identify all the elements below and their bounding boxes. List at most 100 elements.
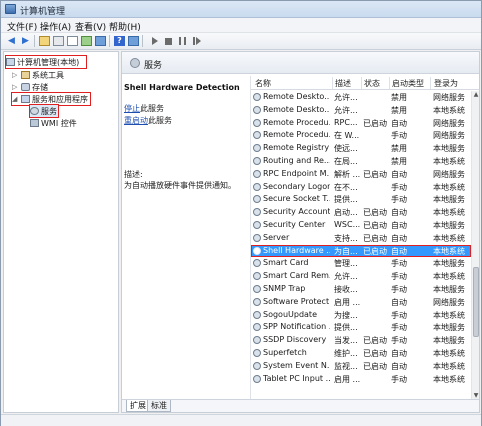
service-row[interactable]: System Event N... 监视... 已启动 自动 本地系统	[251, 360, 471, 373]
service-startup-type-cell: 禁用	[391, 93, 407, 102]
service-name-cell: Routing and Re...	[263, 155, 330, 165]
service-startup-type-cell: 手动	[391, 195, 407, 205]
service-row[interactable]: Secure Socket T... 提供... 手动 本地服务	[251, 193, 471, 206]
service-row[interactable]: Remote Registry 使远... 禁用 本地服务	[251, 142, 471, 155]
description-label: 描述:	[124, 170, 143, 179]
export-icon[interactable]	[66, 35, 79, 47]
service-row[interactable]: Tablet PC Input ... 启用 ... 手动 本地系统	[251, 373, 471, 386]
service-row[interactable]: RPC Endpoint M... 解析 ... 已启动 自动 网络服务	[251, 168, 471, 181]
service-description-cell: RPC...	[334, 117, 358, 127]
service-row[interactable]: Superfetch 维护... 已启动 自动 本地系统	[251, 347, 471, 360]
column-header-startup-type[interactable]: 启动类型	[392, 78, 424, 89]
tree-item-label: 服务	[41, 106, 57, 116]
services-list: 名称 描述 状态 启动类型 登录为 Remote Deskto... 允许... 禁…	[250, 76, 479, 401]
restart-service-link[interactable]: 重启动此服务	[124, 115, 172, 126]
menu-view[interactable]: 查看(V)	[75, 20, 106, 33]
service-name-cell: Security Center	[263, 219, 326, 229]
pause-icon[interactable]	[176, 35, 189, 47]
service-row[interactable]: SNMP Trap 接收... 手动 本地服务	[251, 283, 471, 296]
tree-item-services[interactable]: 服务	[29, 104, 59, 118]
column-divider[interactable]	[389, 77, 390, 89]
service-gear-icon	[253, 144, 261, 153]
menu-help[interactable]: 帮助(H)	[109, 20, 141, 33]
column-divider[interactable]	[332, 77, 333, 89]
service-description-cell: 提供...	[334, 195, 358, 205]
service-row[interactable]: Remote Procedu... RPC... 已启动 自动 网络服务	[251, 117, 471, 130]
restart-link-text[interactable]: 重启动	[124, 116, 148, 125]
menu-file[interactable]: 文件(F)	[7, 20, 37, 33]
service-row[interactable]: Shell Hardware ... 为自... 已启动 自动 本地系统	[251, 244, 471, 258]
column-header-log-on-as[interactable]: 登录为	[434, 78, 458, 89]
service-log-on-as-cell: 网络服务	[433, 118, 465, 128]
service-row[interactable]: SSDP Discovery 当发... 已启动 手动 本地服务	[251, 334, 471, 347]
mmc-panel-icon[interactable]	[127, 35, 140, 47]
service-name-cell: SPP Notification ...	[263, 322, 330, 332]
stop-service-link[interactable]: 停止此服务	[124, 103, 164, 114]
column-header-description[interactable]: 描述	[335, 78, 351, 89]
expand-icon[interactable]: ▷	[12, 71, 19, 79]
service-gear-icon	[253, 131, 261, 140]
expand-icon[interactable]: ▷	[12, 83, 19, 91]
service-description-cell: 维护...	[334, 348, 358, 358]
service-status-cell: 已启动	[363, 246, 387, 256]
play-icon[interactable]	[148, 35, 161, 47]
vertical-scrollbar[interactable]: ▲ ▼	[471, 91, 479, 401]
column-divider[interactable]	[361, 77, 362, 89]
service-row[interactable]: Remote Deskto... 允许... 禁用 网络服务	[251, 91, 471, 104]
tab-standard[interactable]: 标准	[147, 400, 171, 412]
refresh-icon[interactable]	[80, 35, 93, 47]
help-icon[interactable]: ?	[113, 35, 126, 47]
properties-icon[interactable]	[94, 35, 107, 47]
stop-icon[interactable]	[162, 35, 175, 47]
service-log-on-as-cell: 本地系统	[433, 374, 465, 384]
service-row[interactable]: Remote Procedu... 在 W... 手动 网络服务	[251, 129, 471, 142]
service-name-cell: Shell Hardware ...	[263, 245, 330, 255]
service-name-cell: Remote Deskto...	[263, 104, 330, 114]
service-gear-icon	[253, 169, 261, 178]
service-log-on-as-cell: 本地系统	[433, 233, 465, 243]
service-row[interactable]: Security Account... 启动... 已启动自动 本地系统	[251, 206, 471, 219]
selected-service-name: Shell Hardware Detection	[124, 83, 240, 92]
collapse-icon[interactable]: ◢	[12, 95, 19, 103]
service-gear-icon	[253, 361, 261, 370]
forward-arrow-icon[interactable]: ▶	[19, 35, 32, 47]
service-description-cell: 使远...	[334, 144, 358, 154]
back-arrow-icon[interactable]: ◀	[5, 35, 18, 47]
service-name-cell: SNMP Trap	[263, 283, 306, 293]
service-row[interactable]: Routing and Re... 在局... 禁用 本地系统	[251, 155, 471, 168]
service-description-cell: 启用 ...	[334, 297, 361, 307]
up-folder-icon[interactable]	[38, 35, 51, 47]
storage-icon	[21, 83, 30, 91]
scrollbar-thumb[interactable]	[473, 267, 479, 337]
tree-item-storage[interactable]: ▷ 存储	[12, 81, 48, 93]
service-row[interactable]: Smart Card Rem... 允许... 手动 本地系统	[251, 270, 471, 283]
service-row[interactable]: Secondary Logon 在不... 手动 本地系统	[251, 181, 471, 194]
service-log-on-as-cell: 本地服务	[433, 284, 465, 294]
description-text: 为自动播放硬件事件提供通知。	[124, 181, 236, 190]
column-header-name[interactable]: 名称	[255, 78, 271, 89]
menu-action[interactable]: 操作(A)	[40, 20, 71, 33]
service-row[interactable]: SPP Notification ... 提供... 手动 本地服务	[251, 321, 471, 334]
tree-item-services-and-applications[interactable]: ◢ 服务和应用程序	[11, 92, 91, 106]
show-hide-tree-icon[interactable]	[52, 35, 65, 47]
stop-link-text[interactable]: 停止	[124, 104, 140, 113]
service-row[interactable]: SogouUpdate 为搜... 手动 本地系统	[251, 309, 471, 322]
service-name-cell: Superfetch	[263, 347, 307, 357]
tree-item-system-tools[interactable]: ▷ 系统工具	[12, 69, 64, 81]
tree-item-wmi-control[interactable]: WMI 控件	[30, 117, 77, 129]
tree-root-computer-management[interactable]: 计算机管理(本地)	[5, 55, 87, 69]
service-row[interactable]: Security Center WSC... 已启动 自动 本地服务	[251, 219, 471, 232]
service-startup-type-cell: 自动	[391, 348, 407, 358]
service-log-on-as-cell: 本地系统	[433, 105, 465, 115]
column-divider[interactable]	[430, 77, 431, 89]
column-header-status[interactable]: 状态	[364, 78, 380, 89]
service-row[interactable]: Remote Deskto... 允许... 禁用 本地系统	[251, 104, 471, 117]
service-gear-icon	[253, 374, 261, 383]
tree-item-label: 存储	[32, 82, 48, 92]
restart-icon[interactable]	[192, 35, 205, 47]
service-startup-type-cell: 手动	[391, 259, 407, 269]
service-row[interactable]: Software Protect... 启用 ... 自动 网络服务	[251, 296, 471, 309]
service-row[interactable]: Smart Card 管理... 手动 本地服务	[251, 257, 471, 270]
scroll-up-icon[interactable]: ▲	[472, 91, 479, 100]
service-row[interactable]: Server 支持... 已启动 自动 本地系统	[251, 232, 471, 245]
